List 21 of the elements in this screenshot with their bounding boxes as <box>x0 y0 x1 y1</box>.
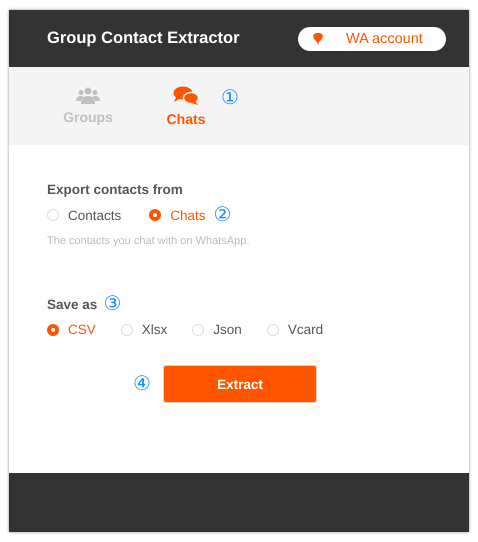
radio-button[interactable] <box>149 209 162 221</box>
radio-option[interactable]: CSV <box>47 322 96 337</box>
radio-button[interactable] <box>47 324 59 336</box>
chat-bubbles-icon <box>173 86 199 106</box>
radio-option[interactable]: Json <box>192 322 242 337</box>
callout-number: ③ <box>103 294 122 314</box>
radio-option[interactable]: Contacts <box>47 208 122 222</box>
hint-text: The contacts you chat with on WhatsApp. <box>47 235 250 247</box>
radio-option[interactable]: Xlsx <box>120 322 168 337</box>
gem-icon <box>312 32 324 44</box>
callout-number: ② <box>214 205 232 225</box>
account-button[interactable]: WA account <box>298 26 446 50</box>
extract-button[interactable]: Extract <box>163 365 317 403</box>
section-label: Export contacts from <box>47 182 184 197</box>
radio-option[interactable]: Vcard <box>266 322 324 337</box>
callout-number: ① <box>221 88 239 108</box>
radio-option[interactable]: Chats <box>149 208 206 222</box>
users-icon <box>76 87 100 104</box>
section-label: Save as <box>47 296 98 312</box>
callout-number: ④ <box>133 374 151 394</box>
window-title: Group Contact Extractor <box>47 29 240 48</box>
